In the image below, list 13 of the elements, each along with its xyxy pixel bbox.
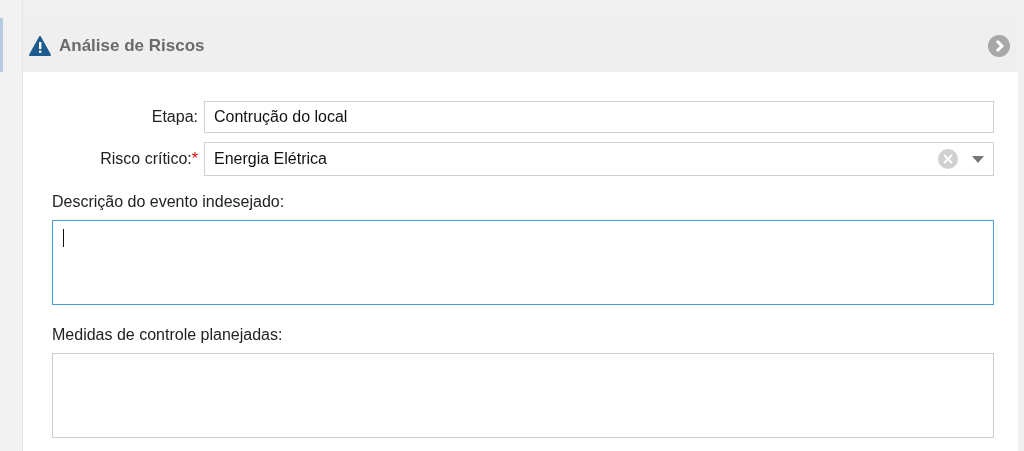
text-area[interactable] [52,353,994,438]
chevron-right-icon[interactable] [988,35,1010,57]
field-label: Etapa: [150,108,199,126]
text-area[interactable] [52,220,994,305]
clear-icon[interactable] [938,149,958,169]
panel-title: Análise de Riscos [59,36,206,56]
warning-icon [29,36,51,56]
field-label: Descrição do evento indesejado: [52,193,286,211]
dropdown-caret-icon[interactable] [972,155,984,163]
select-field[interactable]: Energia Elétrica [204,142,994,176]
field-label: Medidas de controle planejadas: [52,326,284,344]
input-field[interactable]: Contrução do local [204,101,994,133]
field-label: Risco crítico:* [99,150,199,168]
